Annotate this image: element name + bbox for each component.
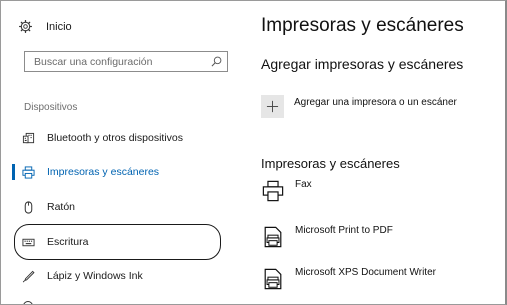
document-printer-icon: [261, 225, 285, 249]
sidebar-item-label: Lápiz y Windows Ink: [47, 270, 143, 282]
sidebar-item-label: Bluetooth y otros dispositivos: [47, 132, 183, 144]
add-printer-button[interactable]: Agregar una impresora o un escáner: [261, 93, 457, 123]
printer-name: Fax: [295, 179, 312, 190]
printer-icon: [21, 165, 35, 179]
printer-name: Microsoft Print to PDF: [295, 225, 393, 236]
fax-printer-icon: [261, 179, 285, 203]
home-link[interactable]: Inicio: [19, 20, 72, 33]
keyboard-icon: [21, 131, 35, 145]
content-pane: Impresoras y escáneres Agregar impresora…: [261, 1, 505, 304]
search-input[interactable]: [34, 55, 211, 68]
section-heading: Dispositivos: [24, 102, 78, 113]
keyboard-icon: [21, 235, 35, 249]
sidebar-item-label: Impresoras y escáneres: [47, 166, 160, 178]
home-label: Inicio: [46, 20, 72, 33]
printer-name: Microsoft XPS Document Writer: [295, 267, 436, 278]
add-printer-label: Agregar una impresora o un escáner: [294, 97, 457, 108]
document-printer-icon: [261, 267, 285, 291]
sidebar-item-bluetooth[interactable]: Bluetooth y otros dispositivos: [1, 127, 237, 149]
printers-list-title: Impresoras y escáneres: [261, 156, 400, 171]
mouse-icon: [21, 200, 35, 214]
printer-item-xps[interactable]: Microsoft XPS Document Writer: [261, 267, 436, 297]
sidebar-item-label: Escritura: [47, 236, 89, 248]
navigation-pane: Inicio Dispositivos Bluetooth y otro: [1, 1, 239, 304]
gear-icon: [19, 20, 32, 33]
sidebar-item-label: Ratón: [47, 201, 76, 213]
page-title: Impresoras y escáneres: [261, 15, 464, 36]
printer-item-fax[interactable]: Fax: [261, 179, 312, 209]
search-icon[interactable]: [211, 56, 222, 67]
pen-icon: [21, 269, 35, 283]
sidebar-item-printers[interactable]: Impresoras y escáneres: [1, 161, 237, 183]
selection-indicator: [12, 164, 15, 180]
sidebar-item-typing[interactable]: Escritura: [1, 231, 237, 253]
add-section-title: Agregar impresoras y escáneres: [261, 56, 464, 72]
sidebar-item-mouse[interactable]: Ratón: [1, 196, 237, 218]
sidebar-item-pen[interactable]: Lápiz y Windows Ink: [1, 265, 237, 287]
search-box[interactable]: [24, 51, 228, 72]
printer-item-pdf[interactable]: Microsoft Print to PDF: [261, 225, 393, 255]
partial-item-icon: [23, 301, 33, 304]
settings-window: Inicio Dispositivos Bluetooth y otro: [0, 0, 507, 305]
plus-icon: [261, 95, 284, 118]
